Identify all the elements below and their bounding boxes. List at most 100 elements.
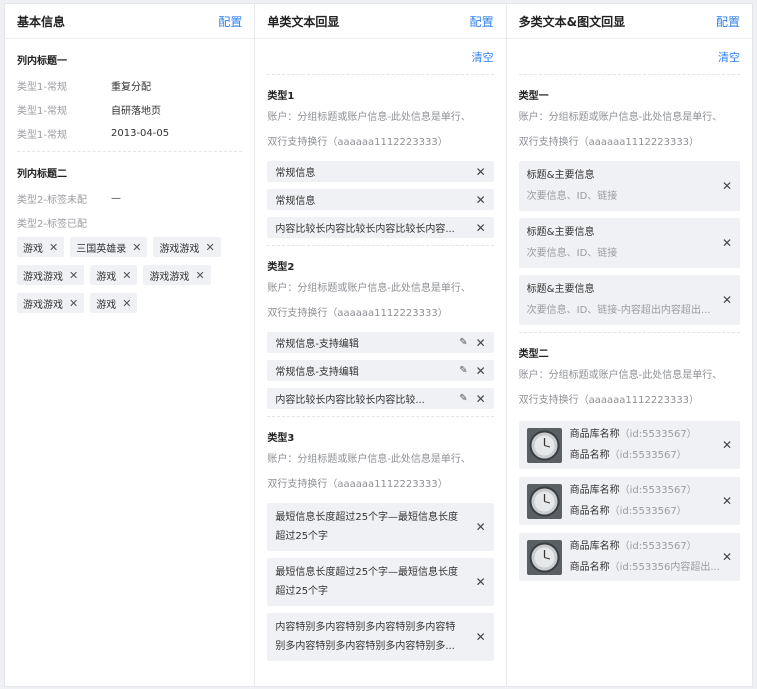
kv-row: 类型1-常规 重复分配 (17, 73, 242, 97)
close-icon[interactable]: ✕ (722, 438, 732, 452)
item-line: 超过25个字 (275, 531, 329, 542)
kv-value: 重复分配 (111, 81, 151, 93)
product-lib-name: 商品库名称 (569, 541, 620, 552)
item-line: 别多内容特别多内容特别多内容特别多... (275, 641, 455, 652)
desc-line: 账户：分组标题或账户信息-此处信息是单行、 (518, 370, 723, 381)
product-lib-id: （id:5533567） (619, 485, 697, 496)
pencil-icon[interactable]: ✎ (459, 393, 467, 404)
multiline-item: 最短信息长度超过25个字—最短信息长度 超过25个字 ✕ (267, 503, 494, 551)
close-icon[interactable]: ✕ (722, 293, 732, 307)
account-desc: 账户：分组标题或账户信息-此处信息是单行、 双行支持换行（aaaaaa11122… (519, 363, 740, 413)
list-item: 常规信息 ✕ (267, 161, 494, 182)
kv-key: 类型2-标签未配 (17, 194, 87, 206)
single-text-column: 单类文本回显 配置 清空 类型1 账户：分组标题或账户信息-此处信息是单行、 双… (255, 4, 507, 686)
desc-line: 双行支持换行（aaaaaa1112223333） (518, 395, 700, 406)
account-desc: 账户：分组标题或账户信息-此处信息是单行、 双行支持换行（aaaaaa11122… (267, 447, 493, 497)
tag-label: 游戏 (96, 299, 117, 311)
type-one-title: 类型一 (518, 91, 549, 102)
tag: 游戏 ✕ (90, 293, 138, 313)
close-icon[interactable]: ✕ (722, 236, 732, 250)
kv-key: 类型1-常规 (17, 105, 67, 117)
pencil-icon[interactable]: ✎ (459, 365, 467, 376)
close-icon[interactable]: ✕ (476, 518, 486, 537)
close-icon[interactable]: ✕ (205, 241, 214, 254)
kv-row: 类型1-常规 2013-04-05 (17, 121, 242, 145)
close-icon[interactable]: ✕ (722, 494, 732, 508)
close-icon[interactable]: ✕ (476, 336, 486, 350)
kv-key: 类型1-常规 (17, 129, 67, 141)
tag-label: 游戏 (23, 243, 43, 255)
close-icon[interactable]: ✕ (476, 392, 486, 406)
single-text-title: 单类文本回显 (267, 14, 340, 29)
single-text-config-link[interactable]: 配置 (470, 13, 494, 30)
section1-title: 列内标题一 (17, 56, 67, 67)
close-icon[interactable]: ✕ (476, 193, 486, 207)
tag: 游戏 ✕ (17, 237, 65, 257)
desc-line: 账户：分组标题或账户信息-此处信息是单行、 (267, 112, 471, 123)
list-item: 内容比较长内容比较长内容比较长内容... ✕ (267, 217, 494, 238)
clear-row: 清空 (518, 39, 740, 75)
tag: 游戏 ✕ (90, 265, 138, 285)
tag-label: 游戏游戏 (23, 299, 63, 311)
close-icon[interactable]: ✕ (476, 364, 486, 378)
tag: 三国英雄录 ✕ (70, 237, 148, 257)
multi-text-column: 多类文本&图文回显 配置 清空 类型一 账户：分组标题或账户信息-此处信息是单行… (506, 4, 752, 686)
product-name: 商品名称 (569, 506, 610, 517)
tag: 游戏游戏 ✕ (17, 265, 85, 285)
info-card: 标题&主要信息 次要信息、ID、链接-内容超出内容超出... ✕ (518, 275, 740, 325)
multiline-item: 最短信息长度超过25个字—最短信息长度 超过25个字 ✕ (267, 558, 494, 606)
clear-button[interactable]: 清空 (472, 49, 494, 65)
close-icon[interactable]: ✕ (476, 573, 486, 592)
close-icon[interactable]: ✕ (722, 550, 732, 564)
pencil-icon[interactable]: ✎ (459, 337, 467, 348)
kv-row: 类型2-标签未配 — (17, 186, 242, 210)
clear-row: 清空 (267, 39, 494, 75)
kv-key: 类型1-常规 (17, 81, 67, 93)
close-icon[interactable]: ✕ (476, 628, 486, 647)
close-icon[interactable]: ✕ (122, 269, 131, 282)
product-card: 商品库名称（id:5533567） 商品名称（id:5533567） ✕ (518, 421, 740, 469)
item-text: 常规信息 (275, 168, 316, 179)
multi-text-config-link[interactable]: 配置 (716, 13, 740, 30)
product-card: 商品库名称（id:5533567） 商品名称（id:553356内容超出... … (518, 533, 740, 581)
kv-value: — (111, 192, 121, 204)
product-lib-name: 商品库名称 (569, 485, 620, 496)
account-desc: 账户：分组标题或账户信息-此处信息是单行、 双行支持换行（aaaaaa11122… (519, 105, 740, 155)
kv-value: 2013-04-05 (111, 127, 170, 139)
tag-label: 游戏 (96, 271, 117, 283)
close-icon[interactable]: ✕ (195, 269, 204, 282)
multi-text-header: 多类文本&图文回显 配置 (506, 4, 752, 39)
item-line: 超过25个字 (275, 586, 329, 597)
tag: 游戏游戏 ✕ (17, 293, 85, 313)
item-text: 内容比较长内容比较长内容比较长内容... (275, 224, 455, 235)
desc-line: 双行支持换行（aaaaaa1112223333） (267, 479, 448, 490)
close-icon[interactable]: ✕ (722, 179, 732, 193)
desc-line: 账户：分组标题或账户信息-此处信息是单行、 (518, 112, 723, 123)
basic-info-title: 基本信息 (17, 14, 66, 29)
watch-thumbnail (526, 539, 562, 575)
close-icon[interactable]: ✕ (49, 241, 58, 254)
type1-title: 类型1 (267, 91, 295, 102)
product-card: 商品库名称（id:5533567） 商品名称（id:5533567） ✕ (518, 477, 740, 525)
editable-item: 内容比较长内容比较长内容比较... ✎ ✕ (267, 388, 494, 409)
info-card: 标题&主要信息 次要信息、ID、链接 ✕ (518, 161, 740, 211)
basic-info-config-link[interactable]: 配置 (218, 13, 242, 30)
close-icon[interactable]: ✕ (122, 297, 131, 310)
tag-label: 三国英雄录 (76, 243, 127, 255)
desc-line: 账户：分组标题或账户信息-此处信息是单行、 (267, 283, 471, 294)
card-main: 标题&主要信息 (526, 227, 595, 238)
type3-title: 类型3 (267, 433, 295, 444)
tag-label: 游戏游戏 (149, 271, 190, 283)
type2-title: 类型2 (267, 262, 295, 273)
close-icon[interactable]: ✕ (69, 297, 78, 310)
item-text: 常规信息 (275, 196, 316, 207)
type-two-title: 类型二 (518, 349, 549, 360)
close-icon[interactable]: ✕ (132, 241, 141, 254)
product-name: 商品名称 (569, 562, 610, 573)
close-icon[interactable]: ✕ (476, 221, 486, 235)
close-icon[interactable]: ✕ (69, 269, 78, 282)
close-icon[interactable]: ✕ (476, 165, 486, 179)
item-text: 内容比较长内容比较长内容比较... (275, 395, 425, 406)
product-lib-id: （id:5533567） (619, 541, 697, 552)
clear-button[interactable]: 清空 (718, 49, 740, 65)
